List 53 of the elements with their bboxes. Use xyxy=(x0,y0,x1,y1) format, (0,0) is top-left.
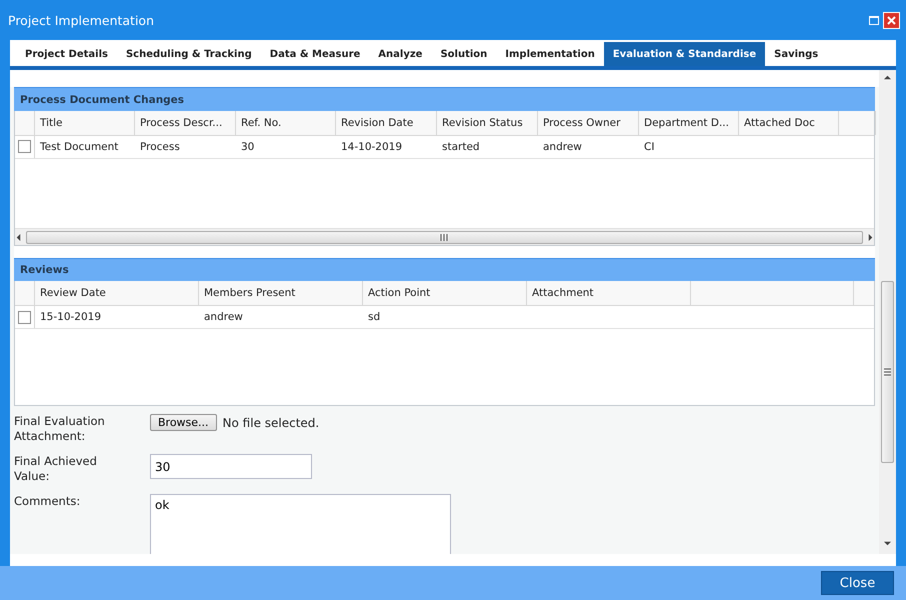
grip-icon[interactable] xyxy=(884,368,891,376)
tab[interactable]: Project Details xyxy=(16,42,117,66)
file-status: No file selected. xyxy=(222,416,320,430)
grid-row[interactable]: 15-10-2019 andrew sd xyxy=(15,306,874,330)
table-cell: CI xyxy=(644,140,654,153)
table-cell: 14-10-2019 xyxy=(341,140,402,153)
column-header[interactable]: Attached Doc xyxy=(739,110,839,135)
close-button[interactable]: Close xyxy=(821,571,894,595)
browse-button[interactable]: Browse... xyxy=(150,414,217,431)
column-header[interactable]: Attachment xyxy=(527,281,691,306)
section-title: Process Document Changes xyxy=(20,94,184,106)
table-cell: Process xyxy=(140,140,180,153)
tab[interactable]: Solution xyxy=(431,42,496,66)
tab[interactable]: Scheduling & Tracking xyxy=(116,42,261,66)
table-cell: andrew xyxy=(204,311,243,324)
column-header[interactable]: Review Date xyxy=(35,281,199,306)
column-header[interactable]: Revision Status xyxy=(437,110,538,135)
column-header[interactable]: Ref. No. xyxy=(236,110,336,135)
grid-row[interactable]: Test Document Process 30 14-10-2019 started andrew CI xyxy=(15,136,874,159)
grip-icon[interactable] xyxy=(440,234,449,241)
tab[interactable]: Data & Measure xyxy=(260,42,370,66)
close-icon[interactable] xyxy=(883,12,900,28)
row-checkbox[interactable] xyxy=(18,310,31,324)
tab[interactable]: Implementation xyxy=(496,42,604,66)
column-header[interactable]: Process Descr... xyxy=(135,110,236,135)
window-title: Project Implementation xyxy=(8,12,154,28)
section-title: Reviews xyxy=(20,264,69,276)
tab[interactable]: Savings xyxy=(765,42,828,66)
scroll-up-icon[interactable] xyxy=(884,74,891,81)
field-label: Final Evaluation Attachment: xyxy=(14,414,106,444)
column-header[interactable]: Department D... xyxy=(639,110,739,135)
maximize-icon[interactable] xyxy=(869,16,879,24)
table-cell: 15-10-2019 xyxy=(40,311,102,324)
tab[interactable]: Evaluation & Standardise xyxy=(604,42,766,66)
scroll-right-icon[interactable] xyxy=(867,234,874,241)
field-label: Comments: xyxy=(14,494,82,509)
table-cell: andrew xyxy=(543,140,582,153)
table-cell: sd xyxy=(368,311,380,324)
tab[interactable]: Analyze xyxy=(369,42,432,66)
column-header[interactable]: Process Owner xyxy=(538,110,639,135)
table-cell: 30 xyxy=(241,140,254,153)
scroll-down-icon[interactable] xyxy=(884,540,891,547)
table-cell: Test Document xyxy=(40,140,118,153)
field-label: Final Achieved Value: xyxy=(14,454,98,484)
input-field[interactable]: 30 xyxy=(150,454,312,479)
column-header[interactable]: Action Point xyxy=(363,281,527,306)
table-cell: started xyxy=(442,140,480,153)
row-checkbox[interactable] xyxy=(18,140,31,154)
column-header[interactable]: Title xyxy=(35,110,135,135)
comments-field[interactable]: ok xyxy=(150,494,451,554)
scroll-left-icon[interactable] xyxy=(15,234,22,241)
column-header[interactable]: Revision Date xyxy=(336,110,437,135)
column-header[interactable]: Members Present xyxy=(199,281,363,306)
